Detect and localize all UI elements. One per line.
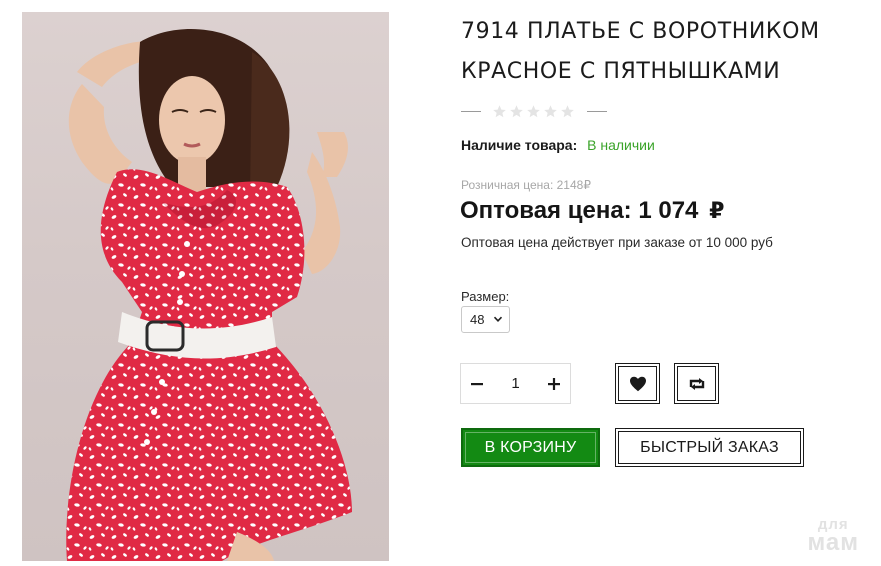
product-title: 7914 ПЛАТЬЕ С ВОРОТНИКОМ КРАСНОЕ С ПЯТНЫ… — [461, 12, 861, 92]
product-photo[interactable] — [22, 12, 389, 561]
rating — [461, 101, 607, 121]
retail-price-currency: ₽ — [583, 178, 591, 192]
wholesale-price-currency: ₽ — [709, 198, 725, 223]
size-select[interactable]: 48 — [461, 306, 510, 333]
rating-stars[interactable] — [492, 104, 575, 119]
add-to-compare-button[interactable] — [674, 363, 719, 404]
compare-icon — [689, 377, 704, 390]
plus-icon — [548, 377, 560, 390]
quantity-stepper: 1 — [460, 363, 571, 404]
compare-button-frame — [677, 366, 716, 401]
star-icon[interactable] — [492, 104, 507, 119]
minus-icon — [471, 382, 483, 385]
watermark-line2: мам — [807, 529, 859, 556]
product-title-line2: КРАСНОЕ С ПЯТНЫШКАМИ — [461, 59, 781, 84]
size-label: Размер: — [461, 289, 510, 304]
quantity-increase-button[interactable] — [538, 364, 570, 403]
quantity-value[interactable]: 1 — [493, 375, 538, 392]
add-to-cart-button[interactable]: В КОРЗИНУ — [461, 428, 600, 467]
retail-price-value: 2148 — [556, 178, 584, 192]
star-icon[interactable] — [526, 104, 541, 119]
chevron-down-icon — [493, 316, 503, 322]
product-title-line1: 7914 ПЛАТЬЕ С ВОРОТНИКОМ — [461, 19, 820, 44]
quantity-decrease-button[interactable] — [461, 364, 493, 403]
star-icon[interactable] — [543, 104, 558, 119]
wholesale-price-value: 1 074 — [638, 197, 699, 224]
availability: Наличие товара: В наличии — [461, 137, 655, 153]
rating-right-divider — [587, 110, 607, 112]
wholesale-price: Оптовая цена: 1 074 ₽ — [460, 197, 724, 225]
availability-label: Наличие товара: — [461, 137, 578, 153]
retail-price: Розничная цена: 2148₽ — [461, 178, 591, 192]
wholesale-price-label: Оптовая цена: — [460, 197, 632, 224]
star-icon[interactable] — [560, 104, 575, 119]
availability-value: В наличии — [587, 137, 655, 153]
star-icon[interactable] — [509, 104, 524, 119]
wholesale-note: Оптовая цена действует при заказе от 10 … — [461, 235, 773, 250]
size-selected-value: 48 — [470, 312, 485, 327]
add-to-favorites-button[interactable] — [615, 363, 660, 404]
retail-price-label: Розничная цена: — [461, 178, 554, 192]
rating-left-divider — [461, 110, 481, 112]
favorites-button-frame — [618, 366, 657, 401]
watermark-logo: для мам — [807, 517, 859, 556]
heart-icon — [629, 376, 646, 391]
quick-order-button[interactable]: БЫСТРЫЙ ЗАКАЗ — [615, 428, 804, 467]
